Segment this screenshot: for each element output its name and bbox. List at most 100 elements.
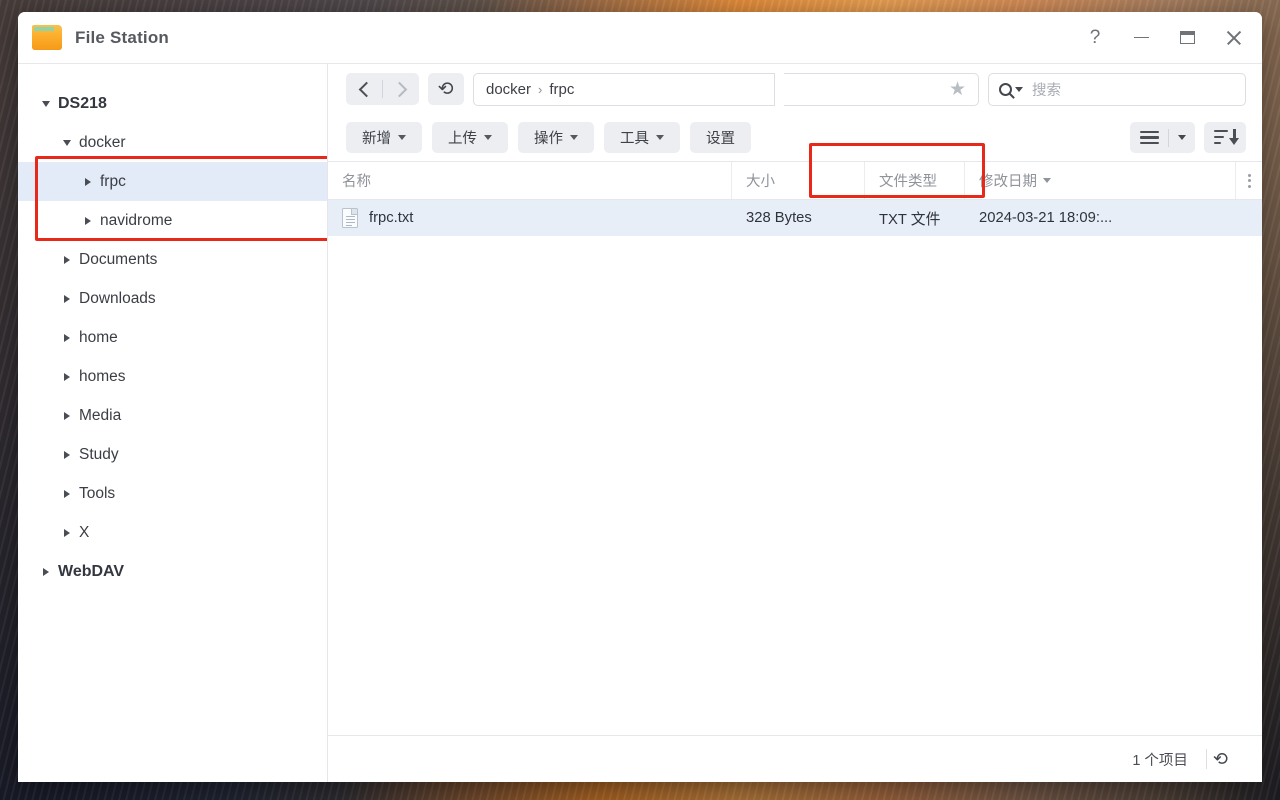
- sidebar-item-label: Media: [79, 406, 122, 424]
- column-header-date[interactable]: 修改日期: [965, 162, 1236, 199]
- file-name: frpc.txt: [369, 210, 414, 226]
- chevron-down-icon[interactable]: [38, 100, 54, 107]
- breadcrumb[interactable]: docker › frpc: [473, 72, 775, 106]
- item-count-label: 1 个项目: [1132, 752, 1188, 769]
- path-field-extension[interactable]: ★: [784, 72, 979, 106]
- cell-date: 2024-03-21 18:09:...: [979, 210, 1113, 226]
- minimize-button[interactable]: [1118, 18, 1164, 58]
- chevron-right-icon[interactable]: [59, 372, 75, 381]
- back-button[interactable]: [346, 73, 382, 105]
- toolbar-button-4[interactable]: 设置: [690, 122, 751, 153]
- sidebar-item-label: Study: [79, 445, 119, 463]
- sidebar-item-label: WebDAV: [58, 562, 125, 580]
- chevron-right-icon[interactable]: [59, 294, 75, 303]
- close-button[interactable]: [1210, 18, 1256, 58]
- folder-tree: DS218 docker frpc navidrome Documents Downloa…: [18, 84, 327, 591]
- title-bar: File Station ?: [18, 12, 1262, 64]
- file-station-window: File Station ? DS218 docker frpc navidrome D…: [18, 12, 1262, 782]
- window-controls: ?: [1072, 18, 1256, 58]
- cell-size: 328 Bytes: [746, 210, 812, 226]
- window-body: DS218 docker frpc navidrome Documents Downloa…: [18, 64, 1262, 782]
- sidebar-item-home[interactable]: home: [18, 318, 327, 357]
- chevron-right-icon[interactable]: [59, 333, 75, 342]
- sidebar-item-navidrome[interactable]: navidrome: [18, 201, 327, 240]
- sidebar-item-downloads[interactable]: Downloads: [18, 279, 327, 318]
- search-input[interactable]: 搜索: [988, 72, 1246, 106]
- app-title: File Station: [75, 27, 170, 47]
- status-bar: 1 个项目 ⟳: [328, 735, 1262, 782]
- chevron-right-icon[interactable]: [59, 489, 75, 498]
- column-label-name: 名称: [342, 174, 371, 190]
- sidebar-item-frpc[interactable]: frpc: [18, 162, 327, 201]
- breadcrumb-separator: ›: [538, 81, 543, 97]
- sort-indicator-icon: [1043, 178, 1051, 183]
- action-toolbar: 新增 上传 操作 工具 设置: [328, 114, 1262, 161]
- chevron-down-icon[interactable]: [1015, 86, 1023, 92]
- sort-descending-icon[interactable]: [1204, 122, 1246, 153]
- chevron-right-icon[interactable]: [59, 411, 75, 420]
- column-options-icon[interactable]: [1236, 162, 1262, 199]
- status-refresh-icon[interactable]: ⟳: [1207, 749, 1244, 770]
- cell-name: frpc.txt: [328, 208, 732, 228]
- view-tools: [1130, 122, 1246, 153]
- toolbar-button-2[interactable]: 操作: [518, 122, 594, 153]
- column-label-type: 文件类型: [879, 174, 937, 190]
- sidebar-item-documents[interactable]: Documents: [18, 240, 327, 279]
- toolbar-button-label: 设置: [706, 131, 735, 147]
- sidebar-item-label: Tools: [79, 484, 116, 502]
- chevron-right-icon[interactable]: [59, 450, 75, 459]
- column-header-type[interactable]: 文件类型: [865, 162, 965, 199]
- navigation-bar: ⟳ docker › frpc ★ 搜索: [328, 64, 1262, 198]
- toolbar-buttons: 新增 上传 操作 工具 设置: [346, 122, 751, 153]
- column-header-size[interactable]: 大小: [732, 162, 865, 199]
- maximize-button[interactable]: [1164, 18, 1210, 58]
- sidebar-item-docker[interactable]: docker: [18, 123, 327, 162]
- toolbar-button-label: 上传: [448, 131, 477, 147]
- sidebar-item-ds218[interactable]: DS218: [18, 84, 327, 123]
- search-placeholder: 搜索: [1032, 82, 1061, 99]
- chevron-down-icon: [570, 135, 578, 140]
- sidebar-item-label: Downloads: [79, 289, 156, 307]
- chevron-right-icon[interactable]: [59, 255, 75, 264]
- toolbar-button-0[interactable]: 新增: [346, 122, 422, 153]
- view-chevron-down-icon[interactable]: [1169, 122, 1195, 153]
- sidebar-item-media[interactable]: Media: [18, 396, 327, 435]
- list-view-icon[interactable]: [1130, 122, 1168, 153]
- sidebar-item-label: homes: [79, 367, 126, 385]
- sidebar-item-study[interactable]: Study: [18, 435, 327, 474]
- chevron-down-icon: [656, 135, 664, 140]
- sidebar-item-label: DS218: [58, 94, 107, 112]
- nav-history-group: [346, 73, 419, 105]
- sidebar-item-label: navidrome: [100, 211, 173, 229]
- sidebar-item-label: docker: [79, 133, 126, 151]
- table-header: 名称 大小 文件类型 修改日期: [328, 162, 1262, 200]
- chevron-right-icon[interactable]: [80, 216, 96, 225]
- table-rows: frpc.txt 328 Bytes TXT 文件 2024-03-21 18:09:…: [328, 200, 1262, 735]
- forward-button[interactable]: [383, 73, 419, 105]
- chevron-right-icon[interactable]: [80, 177, 96, 186]
- sidebar-item-tools[interactable]: Tools: [18, 474, 327, 513]
- sidebar-item-label: X: [79, 523, 90, 541]
- refresh-button[interactable]: ⟳: [428, 73, 464, 105]
- toolbar-button-label: 工具: [620, 131, 649, 147]
- table-row[interactable]: frpc.txt 328 Bytes TXT 文件 2024-03-21 18:09:…: [328, 200, 1262, 236]
- sidebar-item-label: home: [79, 328, 118, 346]
- breadcrumb-item-1[interactable]: frpc: [549, 81, 574, 98]
- star-icon[interactable]: ★: [949, 78, 966, 101]
- folder-icon: [32, 25, 62, 50]
- chevron-down-icon[interactable]: [59, 139, 75, 146]
- breadcrumb-item-0[interactable]: docker: [486, 81, 531, 98]
- toolbar-button-3[interactable]: 工具: [604, 122, 680, 153]
- help-button[interactable]: ?: [1072, 18, 1118, 58]
- toolbar-button-1[interactable]: 上传: [432, 122, 508, 153]
- sidebar-item-homes[interactable]: homes: [18, 357, 327, 396]
- column-header-name[interactable]: 名称: [328, 162, 732, 199]
- sidebar-item-webdav[interactable]: WebDAV: [18, 552, 327, 591]
- cell-type: TXT 文件: [879, 211, 941, 228]
- chevron-right-icon[interactable]: [59, 528, 75, 537]
- sidebar-item-label: frpc: [100, 172, 126, 190]
- chevron-right-icon[interactable]: [38, 567, 54, 576]
- chevron-down-icon: [398, 135, 406, 140]
- sidebar-item-x[interactable]: X: [18, 513, 327, 552]
- toolbar-button-label: 新增: [362, 131, 391, 147]
